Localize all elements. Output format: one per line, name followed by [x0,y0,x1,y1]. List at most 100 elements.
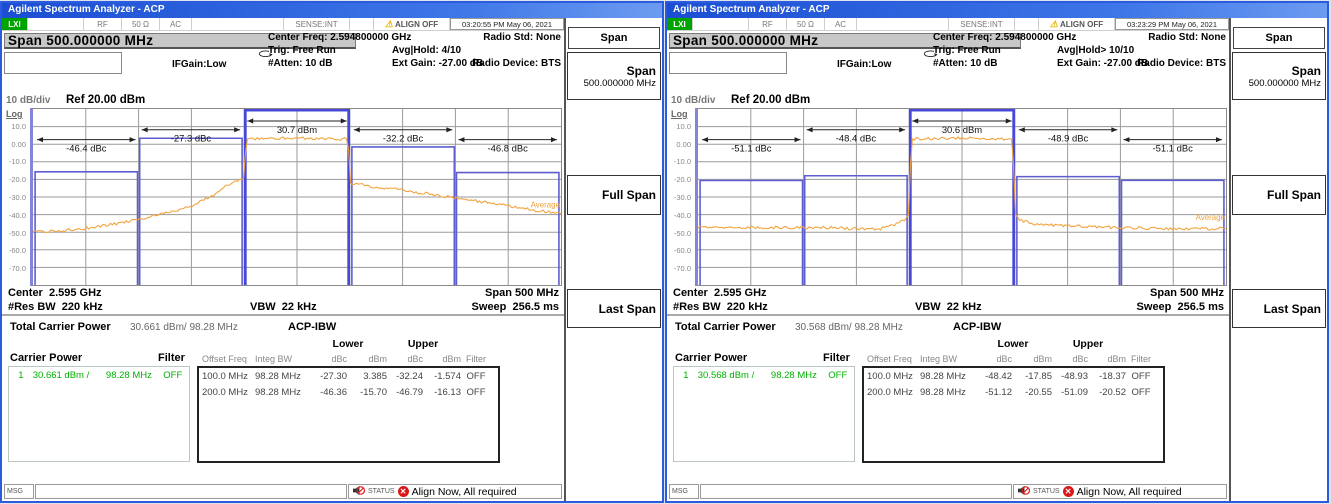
status-label: STATUS [1033,488,1060,495]
window-titlebar[interactable]: Agilent Spectrum Analyzer - ACP [667,3,1327,18]
softkey-span-button[interactable]: Span 500.000000 MHz [1232,52,1326,100]
lower-dbm-cell: -20.55 [1012,387,1052,403]
upper-dbc-cell: -48.93 [1052,371,1088,387]
softkey-full-span-button[interactable]: Full Span [567,175,661,215]
status-message: Align Now, All required [1077,486,1182,498]
softkey-menu-title: Span [568,27,660,49]
analyzer-window: Agilent Spectrum Analyzer - ACP LXI RF 5… [0,1,664,503]
status-label: STATUS [368,488,395,495]
svg-text:30.7 dBm: 30.7 dBm [277,124,318,135]
status-message: Align Now, All required [412,486,517,498]
filter-header: Filter [823,352,850,364]
column-header: dBm [1088,354,1126,364]
trigger-readout: Trig: Free Run [933,45,1001,56]
softkey-span-button[interactable]: Span 500.000000 MHz [567,52,661,100]
total-carrier-power-label: Total Carrier Power [675,321,776,333]
offset-freq-cell: 200.0 MHz [864,387,920,403]
lower-group-header: Lower [318,338,378,350]
softkey-span-value: 500.000000 MHz [584,78,656,89]
status-area: STATUS Align Now, All required [348,484,562,499]
center-freq-readout: Center Freq: 2.594800000 GHz [933,32,1076,43]
carrier-power-box: 1 30.661 dBm / 98.28 MHz OFF [8,366,190,462]
integ-bw-cell: 98.28 MHz [255,371,313,387]
column-header: dBc [1052,354,1088,364]
align-warning: ALIGN OFF [374,18,450,30]
results-table: Total Carrier Power 30.568 dBm/ 98.28 MH… [667,316,1229,468]
message-bar: MSG STATUS Align Now, All required [667,484,1229,501]
integ-bw-cell: 98.28 MHz [255,387,313,403]
filter-header: Filter [158,352,185,364]
impedance-indicator: 50 Ω [787,18,825,30]
sense-indicator: SENSE:INT [284,18,350,30]
lower-dbm-cell: -17.85 [1012,371,1052,387]
warning-icon [1050,19,1060,30]
atten-readout: #Atten: 10 dB [268,58,332,69]
plot-svg: -46.4 dBc-27.3 dBc30.7 dBm-32.2 dBc-46.8… [33,109,561,285]
softkey-span-label: Span [627,64,656,78]
filter-cell: OFF [1126,371,1156,387]
integ-bw-cell: 98.28 MHz [920,371,978,387]
carrier-index: 1 [9,370,33,381]
column-header: Filter [1126,354,1156,364]
ref-level-readout: Ref 20.00 dBm [66,94,145,106]
svg-text:-46.8 dBc: -46.8 dBc [488,143,529,154]
y-axis-tick: -30.0 [674,193,691,202]
y-axis-tick: -50.0 [9,229,26,238]
entry-box [669,52,787,74]
measurement-header: Span 500.000000 MHz IFGain:Low Center Fr… [2,31,564,95]
rf-indicator: RF [84,18,122,30]
svg-text:-32.2 dBc: -32.2 dBc [383,133,424,144]
center-freq-readout: Center Freq: 2.594800000 GHz [268,32,411,43]
status-blank-cell [1015,18,1039,30]
plot-svg: -51.1 dBc-48.4 dBc30.6 dBm-48.9 dBc-51.1… [698,109,1226,285]
status-blank-cell [857,18,949,30]
table-row: 200.0 MHz 98.28 MHz -51.12 -20.55 -51.09… [864,387,1163,403]
carrier-bw-value: 98.28 MHz [106,370,163,381]
coupling-indicator: AC [160,18,192,30]
ext-gain-readout: Ext Gain: -27.00 dB [392,58,483,69]
carrier-row: 1 30.568 dBm / 98.28 MHz OFF [674,370,854,381]
softkey-span-value: 500.000000 MHz [1249,78,1321,89]
softkey-full-span-button[interactable]: Full Span [1232,175,1326,215]
ifgain-readout: IFGain:Low [172,59,226,70]
window-body: LXI RF 50 Ω AC SENSE:INT ALIGN OFF 03:23… [667,18,1327,501]
status-area: STATUS Align Now, All required [1013,484,1227,499]
chart-footer: Center 2.595 GHz Span 500 MHz #Res BW 22… [667,286,1229,316]
lower-dbm-cell: 3.385 [347,371,387,387]
window-titlebar[interactable]: Agilent Spectrum Analyzer - ACP [2,3,662,18]
message-bar: MSG STATUS Align Now, All required [2,484,564,501]
y-axis-tick: -40.0 [9,211,26,220]
y-axis-tick: 0.00 [676,140,691,149]
ifgain-readout: IFGain:Low [837,59,891,70]
upper-dbc-cell: -46.79 [387,387,423,403]
workspace: Agilent Spectrum Analyzer - ACP LXI RF 5… [0,1,1329,503]
offset-freq-cell: 100.0 MHz [199,371,255,387]
vbw-readout: VBW 22 kHz [915,301,982,313]
softkey-last-span-button[interactable]: Last Span [1232,289,1326,328]
upper-group-header: Upper [1058,338,1118,350]
offset-table-header: Offset Freq Integ BW dBc dBm dBc dBm Fil… [199,354,498,364]
y-axis-tick: -10.0 [674,157,691,166]
spectrum-chart: Log 10.00.00-10.0-20.0-30.0-40.0-50.0-60… [2,108,564,286]
y-axis-tick: 10.0 [676,122,691,131]
y-axis-tick: -20.0 [9,175,26,184]
radio-std-readout: Radio Std: None [483,32,561,43]
chart-header: 10 dB/div Ref 20.00 dBm [667,95,1229,108]
table-row: 100.0 MHz 98.28 MHz -48.42 -17.85 -48.93… [864,371,1163,387]
chart-header: 10 dB/div Ref 20.00 dBm [2,95,564,108]
column-header: dBc [313,354,347,364]
status-blank-cell [350,18,374,30]
table-row: 100.0 MHz 98.28 MHz -27.30 3.385 -32.24 … [199,371,498,387]
carrier-power-box: 1 30.568 dBm / 98.28 MHz OFF [673,366,855,462]
message-area [700,484,1012,499]
softkey-last-span-button[interactable]: Last Span [567,289,661,328]
carrier-power-value: 30.568 dBm / [698,370,771,381]
radio-device-readout: Radio Device: BTS [472,58,561,69]
align-warning: ALIGN OFF [1039,18,1115,30]
center-readout: Center 2.595 GHz [673,287,767,299]
column-header: dBm [347,354,387,364]
softkey-span-label: Span [1292,64,1321,78]
lxi-indicator: LXI [667,18,693,30]
measurement-header: Span 500.000000 MHz IFGain:Low Center Fr… [667,31,1229,95]
speaker-muted-icon [352,483,365,501]
